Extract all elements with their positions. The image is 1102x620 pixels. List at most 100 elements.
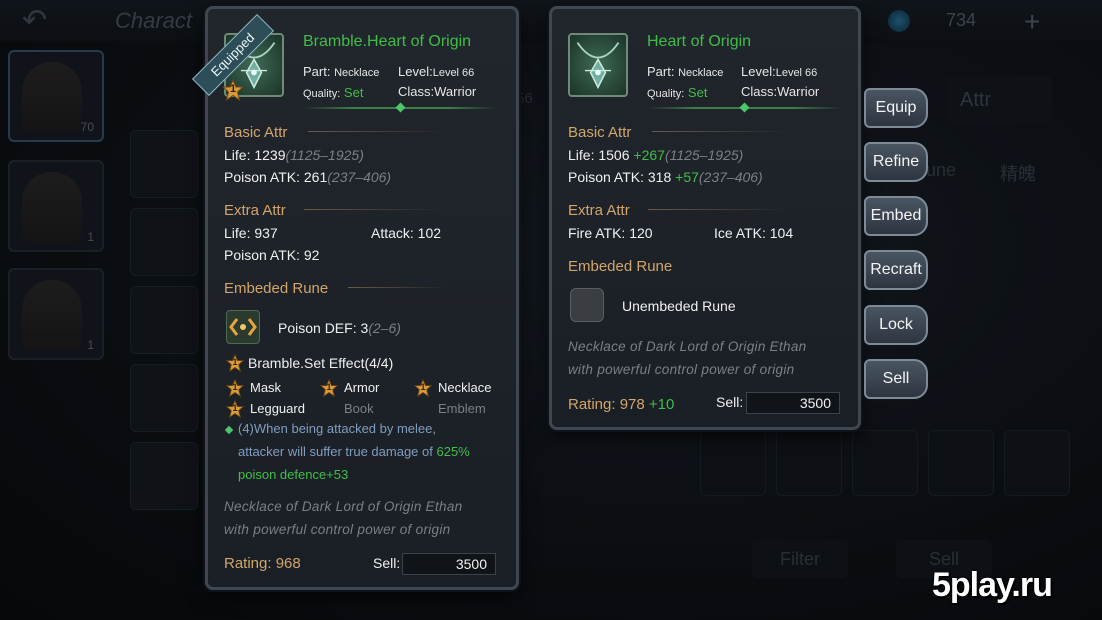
sell-label: Sell: (716, 394, 744, 410)
effect-bonus: poison defence+53 (238, 467, 349, 482)
site-watermark: 5play.ru (932, 566, 1053, 604)
item-rating: Rating: 978 +10 (568, 396, 674, 413)
stat-value: Poison ATK: 261 (224, 169, 328, 185)
extra-stat-life: Life: 937 (224, 225, 278, 241)
empty-rune-slot (570, 288, 604, 322)
basic-stat-poison-atk: Poison ATK: 261(237–406) (224, 169, 391, 185)
class-value: Warrior (434, 84, 477, 99)
star-rank-value: 1 (232, 382, 238, 392)
star-rank-badge: 1 (225, 399, 245, 419)
sell-label: Sell: (373, 555, 401, 571)
part-value: Necklace (334, 67, 380, 79)
part-label: Part: (647, 64, 675, 79)
basic-stat-life: Life: 1506 +267(1125–1925) (568, 147, 743, 163)
refine-button[interactable]: Refine (864, 142, 928, 182)
unembeded-rune-label: Unembeded Rune (622, 298, 736, 314)
set-effect-line-3: poison defence+53 (238, 467, 348, 482)
level-label: Level: (741, 64, 776, 79)
basic-attr-title: Basic Attr (568, 124, 632, 141)
rune-stat: Poison DEF: 3(2–6) (278, 320, 401, 336)
set-piece-book: Book (344, 401, 374, 416)
effect-text: attacker will suffer true damage of (238, 444, 433, 459)
sell-button[interactable]: Sell (864, 359, 928, 399)
set-effect-title: Bramble.Set Effect(4/4) (248, 355, 394, 371)
star-rank-badge: 1 (225, 378, 245, 398)
equipped-ribbon: Equipped (192, 13, 302, 96)
description-line: Necklace of Dark Lord of Origin Ethan (224, 499, 463, 514)
equip-button[interactable]: Equip (864, 88, 928, 128)
extra-attr-title: Extra Attr (224, 202, 286, 219)
star-rank-value: 1 (232, 357, 238, 367)
class-value: Warrior (777, 84, 820, 99)
effect-percent: 625% (436, 444, 470, 459)
rating-value: Rating: 978 (568, 396, 645, 413)
description-line: with powerful control power of origin (568, 362, 795, 377)
set-piece-armor: Armor (344, 380, 380, 395)
extra-stat-poison-atk: Poison ATK: 92 (224, 247, 320, 263)
class-label: Class: (398, 84, 435, 99)
rating-bonus: +10 (648, 396, 675, 413)
embeded-rune-title: Embeded Rune (568, 258, 673, 275)
quality-value: Set (687, 85, 708, 100)
stat-range: (1125–1925) (664, 147, 744, 163)
star-rank-value: 1 (232, 403, 238, 413)
extra-stat-ice-atk: Ice ATK: 104 (714, 225, 794, 241)
set-piece-necklace: Necklace (438, 380, 492, 395)
stat-range: (237–406) (327, 169, 392, 185)
level-label: Level: (398, 64, 433, 79)
set-effect-line-2: attacker will suffer true damage of 625% (238, 444, 470, 459)
part-label: Part: (303, 64, 331, 79)
quality-label: Quality: (647, 88, 685, 100)
description-line: with powerful control power of origin (224, 522, 451, 537)
necklace-icon (568, 33, 628, 97)
star-rank-value: 1 (326, 382, 332, 392)
item-class: Class:Warrior (741, 84, 819, 99)
class-label: Class: (741, 84, 778, 99)
level-value: Level 66 (432, 67, 475, 79)
item-rating: Rating: 968 (224, 555, 301, 572)
item-description: Necklace of Dark Lord of Origin Ethan wi… (568, 335, 806, 381)
compare-item-tooltip: Heart of Origin Part: Necklace Level:Lev… (549, 6, 861, 430)
star-rank-badge: 1 (319, 378, 339, 398)
stat-value: Poison ATK: 318 (568, 169, 672, 185)
set-piece-legguard: Legguard (250, 401, 305, 416)
poison-rune-icon (226, 310, 260, 344)
stat-value: Life: 1239 (224, 147, 286, 163)
item-quality: Quality: Set (303, 85, 363, 100)
recraft-button[interactable]: Recraft (864, 250, 928, 290)
item-part: Part: Necklace (303, 64, 379, 79)
effect-bullet (224, 425, 234, 435)
header-divider (647, 102, 842, 113)
basic-stat-life: Life: 1239(1125–1925) (224, 147, 364, 163)
item-part: Part: Necklace (647, 64, 723, 79)
extra-stat-attack: Attack: 102 (371, 225, 442, 241)
section-divider (652, 131, 792, 132)
star-rank-value: 1 (420, 382, 426, 392)
header-divider (303, 102, 498, 113)
item-name: Bramble.Heart of Origin (303, 33, 472, 50)
lock-button[interactable]: Lock (864, 305, 928, 345)
star-rank-badge: 1 (413, 378, 433, 398)
rune-stat-range: (2–6) (368, 320, 401, 336)
item-quality: Quality: Set (647, 85, 707, 100)
set-piece-emblem: Emblem (438, 401, 486, 416)
equipped-item-tooltip: 1 Equipped Bramble.Heart of Origin Part:… (192, 6, 519, 590)
stat-value: Life: 1506 (568, 147, 630, 163)
stat-range: (1125–1925) (285, 147, 364, 163)
star-rank-badge: 1 (225, 353, 245, 373)
item-description: Necklace of Dark Lord of Origin Ethan wi… (224, 495, 462, 541)
section-divider (348, 287, 448, 288)
sell-price: 3500 (746, 392, 840, 414)
sell-price: 3500 (402, 553, 496, 575)
item-name: Heart of Origin (647, 33, 752, 50)
section-divider (304, 209, 444, 210)
embeded-rune-title: Embeded Rune (224, 280, 329, 297)
stat-range: (237–406) (698, 169, 763, 185)
embed-button[interactable]: Embed (864, 196, 928, 236)
stat-bonus: +57 (675, 169, 699, 185)
section-divider (308, 131, 448, 132)
quality-label: Quality: (303, 88, 341, 100)
rune-stat-value: Poison DEF: 3 (278, 320, 369, 336)
item-class: Class:Warrior (398, 84, 476, 99)
extra-attr-title: Extra Attr (568, 202, 630, 219)
